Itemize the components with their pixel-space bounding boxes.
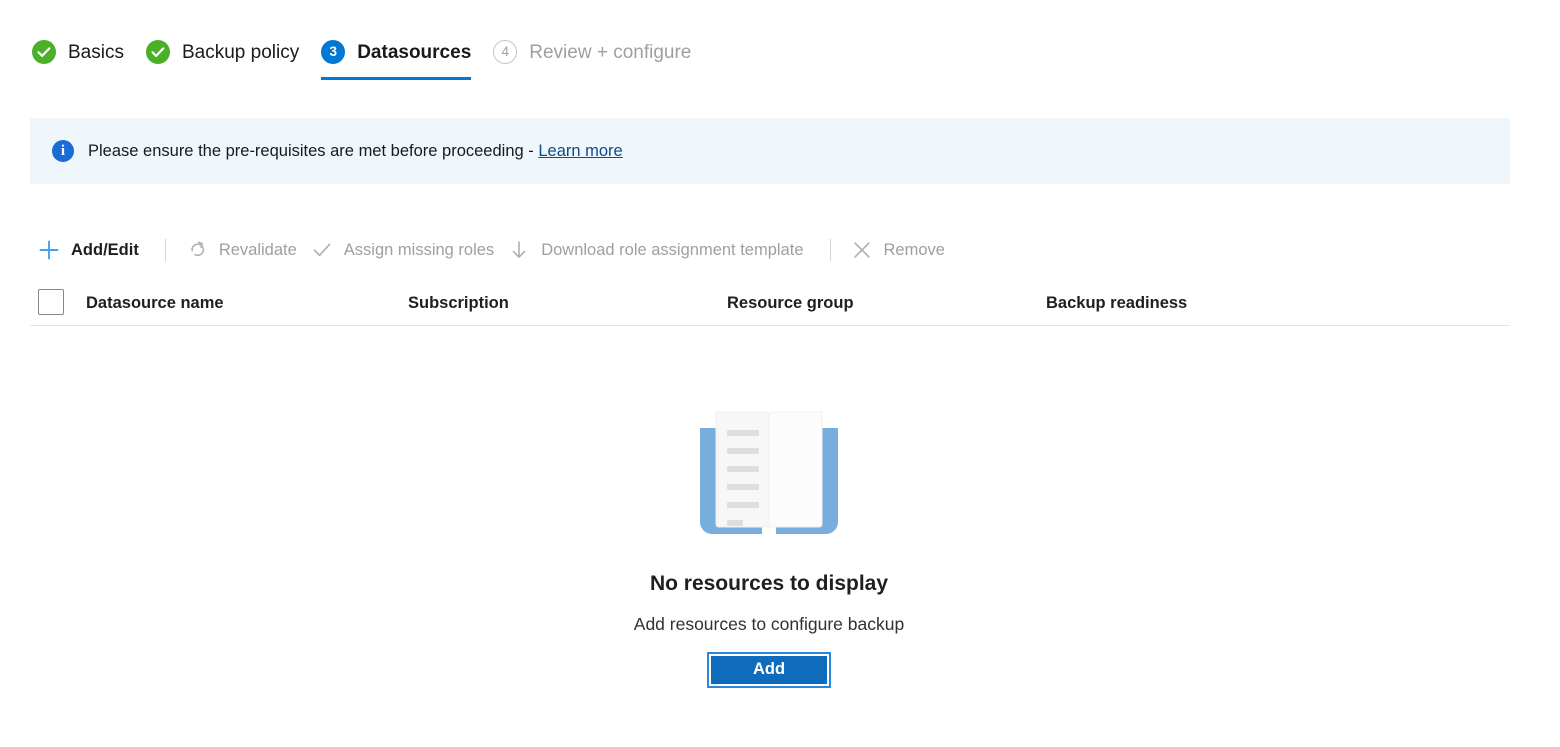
- empty-state: No resources to display Add resources to…: [0, 404, 1538, 688]
- prerequisites-info-banner: i Please ensure the pre-requisites are m…: [30, 118, 1510, 184]
- plus-icon: [36, 237, 62, 263]
- open-book-icon: [694, 404, 844, 547]
- check-circle-icon: [145, 40, 170, 64]
- learn-more-link[interactable]: Learn more: [538, 142, 622, 160]
- tab-datasources[interactable]: 3 Datasources: [313, 26, 485, 80]
- revalidate-label: Revalidate: [218, 240, 297, 259]
- wizard-tab-strip: Basics Backup policy 3 Datasources 4 Rev…: [24, 26, 705, 88]
- checkmark-icon: [309, 237, 335, 263]
- tab-label: Review + configure: [529, 41, 692, 63]
- datasources-table-header: Datasource name Subscription Resource gr…: [30, 282, 1510, 326]
- toolbar-divider: [829, 239, 831, 261]
- banner-message: Please ensure the pre-requisites are met…: [88, 143, 623, 160]
- tab-label: Basics: [68, 41, 124, 63]
- refresh-icon: [184, 237, 210, 263]
- column-header-datasource-name[interactable]: Datasource name: [86, 295, 224, 312]
- add-edit-label: Add/Edit: [71, 240, 139, 259]
- select-all-checkbox[interactable]: [38, 289, 64, 315]
- remove-label: Remove: [883, 240, 945, 259]
- close-icon: [849, 237, 875, 263]
- info-icon: i: [52, 140, 74, 162]
- add-edit-button[interactable]: Add/Edit: [34, 230, 149, 270]
- column-header-backup-readiness[interactable]: Backup readiness: [1046, 295, 1187, 312]
- tab-active-underline: [321, 77, 472, 80]
- datasources-wizard-page: Basics Backup policy 3 Datasources 4 Rev…: [0, 0, 1560, 747]
- column-header-resource-group[interactable]: Resource group: [727, 295, 854, 312]
- assign-missing-roles-label: Assign missing roles: [343, 240, 495, 259]
- download-icon: [506, 237, 532, 263]
- tab-review-configure[interactable]: 4 Review + configure: [485, 26, 705, 78]
- empty-state-title: No resources to display: [649, 572, 889, 595]
- check-circle-icon: [32, 40, 56, 64]
- add-button[interactable]: Add: [707, 651, 831, 688]
- assign-missing-roles-button[interactable]: Assign missing roles: [307, 230, 504, 270]
- banner-message-text: Please ensure the pre-requisites are met…: [88, 141, 539, 160]
- empty-state-subtitle: Add resources to configure backup: [633, 614, 905, 634]
- tab-backup-policy[interactable]: Backup policy: [138, 26, 313, 78]
- step-number-badge: 3: [321, 40, 346, 64]
- tab-label: Datasources: [357, 41, 472, 63]
- remove-button[interactable]: Remove: [847, 230, 955, 270]
- toolbar-divider: [164, 239, 166, 261]
- command-toolbar: Add/Edit Revalidate Assign missing roles…: [34, 230, 955, 270]
- download-role-assignment-template-label: Download role assignment template: [541, 240, 804, 259]
- revalidate-button[interactable]: Revalidate: [182, 230, 307, 270]
- tab-label: Backup policy: [181, 41, 300, 63]
- column-header-subscription[interactable]: Subscription: [408, 295, 509, 312]
- step-number-badge: 4: [493, 40, 518, 64]
- download-role-assignment-template-button[interactable]: Download role assignment template: [504, 230, 813, 270]
- tab-basics[interactable]: Basics: [24, 26, 138, 78]
